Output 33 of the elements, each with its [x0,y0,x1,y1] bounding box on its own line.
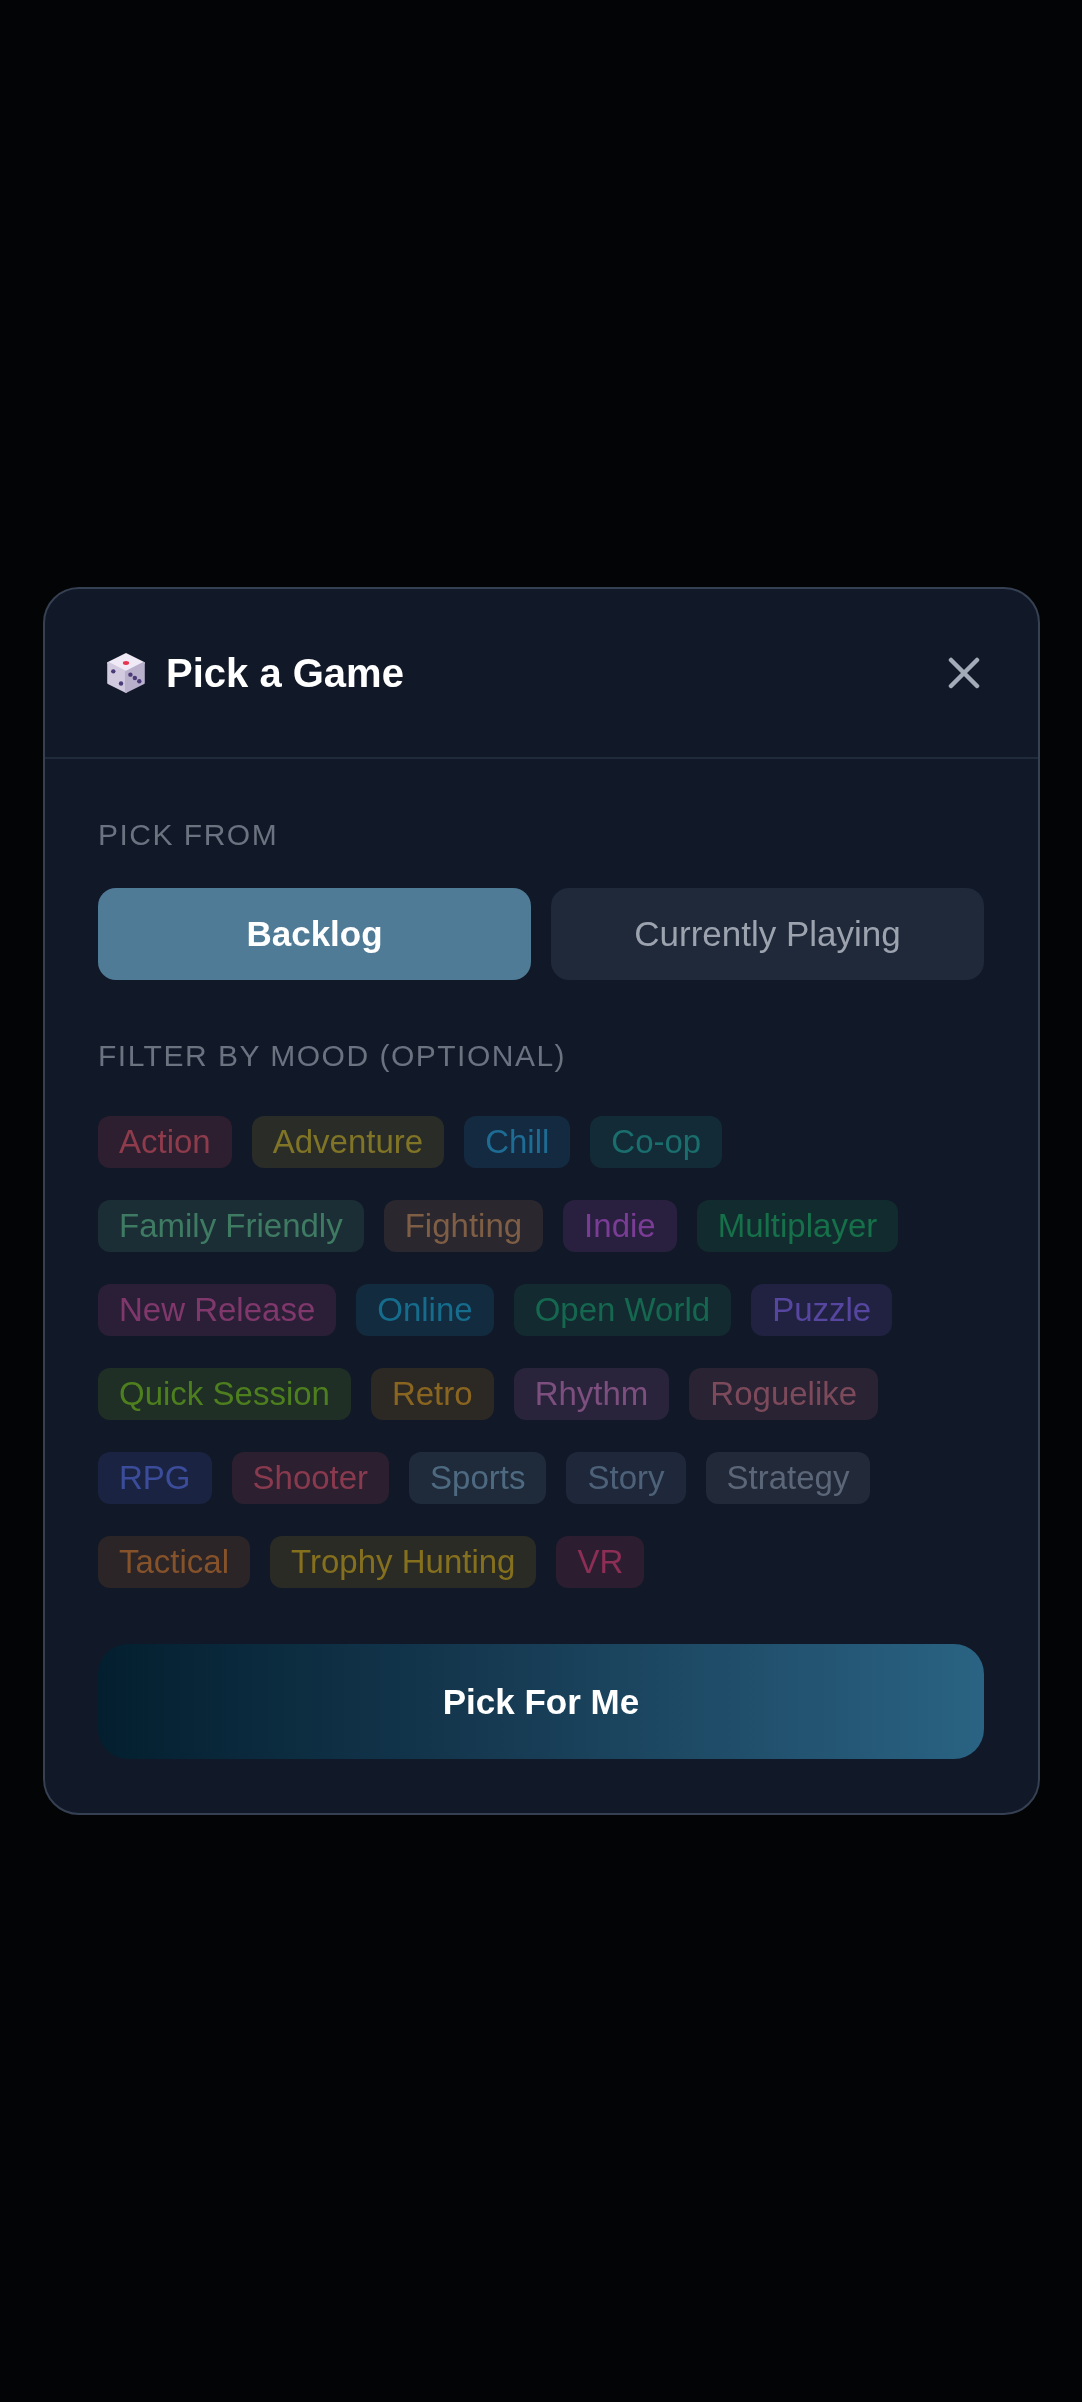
mood-tag[interactable]: Quick Session [98,1368,351,1420]
mood-tag[interactable]: Puzzle [751,1284,893,1336]
mood-tag[interactable]: Chill [464,1116,571,1168]
source-option[interactable]: Backlog [98,888,531,980]
section-label: FILTER BY MOOD (OPTIONAL) [98,1038,568,1074]
mood-tag[interactable]: Multiplayer [696,1200,899,1252]
mood-tag[interactable]: Adventure [251,1116,445,1168]
mood-tag[interactable]: Retro [370,1368,494,1420]
mood-tag[interactable]: Tactical [98,1536,251,1588]
mood-tag[interactable]: Online [356,1284,494,1336]
pick-for-me-button[interactable]: Pick For Me [98,1644,984,1759]
mood-tag[interactable]: Indie [563,1200,677,1252]
mood-tag[interactable]: Co-op [590,1116,723,1168]
mood-tag[interactable]: Roguelike [689,1368,879,1420]
mood-tag[interactable]: Rhythm [513,1368,670,1420]
mood-tag[interactable]: Shooter [231,1452,390,1504]
source-option[interactable]: Currently Playing [551,888,984,980]
dialog-title: Pick a Game [166,650,404,697]
mood-tag[interactable]: Family Friendly [98,1200,364,1252]
mood-tag[interactable]: Sports [409,1452,547,1504]
mood-tag[interactable]: Open World [513,1284,732,1336]
close-button[interactable] [948,657,980,689]
mood-tag[interactable]: VR [556,1536,645,1588]
mood-tag[interactable]: Fighting [383,1200,544,1252]
mood-tag[interactable]: Strategy [705,1452,871,1504]
mood-tag[interactable]: Action [98,1116,232,1168]
mood-tag[interactable]: RPG [98,1452,212,1504]
mood-tag[interactable]: Story [566,1452,686,1504]
mood-tag[interactable]: New Release [98,1284,337,1336]
dice-icon [105,652,147,694]
mood-tag[interactable]: Trophy Hunting [270,1536,537,1588]
close-icon [948,657,980,689]
section-label: PICK FROM [98,817,280,853]
